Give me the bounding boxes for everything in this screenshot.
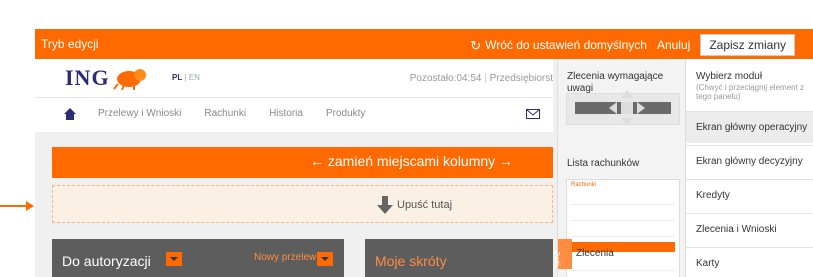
dashboard-preview: ING PL | EN Pozostało:04:54 | Przedsiębi…	[35, 59, 553, 277]
ing-logo[interactable]: ING	[65, 65, 150, 91]
widget-title: Moje skróty	[375, 253, 447, 269]
nav-item-accounts[interactable]: Rachunki	[204, 108, 246, 119]
dashboard-editor: Tryb edycji ↻ Wróć do ustawień domyślnyc…	[35, 29, 813, 277]
refresh-icon: ↻	[470, 37, 482, 53]
edit-toolbar: Tryb edycji ↻ Wróć do ustawień domyślnyc…	[35, 29, 813, 59]
module-label: Zlecenia i Wnioski	[696, 224, 777, 235]
reset-defaults-label: Wróć do ustawień domyślnych	[485, 38, 647, 52]
drop-target-arrow-icon	[0, 201, 34, 211]
logo-text: ING	[65, 65, 110, 90]
lang-en-link[interactable]: EN	[189, 73, 200, 82]
main-nav: Przelewy i Wnioski Rachunki Historia Pro…	[35, 98, 553, 132]
session-info: Pozostało:04:54 | Przedsiębiorst	[409, 73, 553, 84]
swap-columns-bar[interactable]: ← zamień miejscami kolumny →	[52, 147, 553, 178]
preview-heading-orders: Zlecenia	[576, 248, 614, 259]
module-item-cards[interactable]: Karty	[686, 247, 813, 277]
language-switch: PL | EN	[172, 73, 200, 82]
module-label: Ekran główny operacyjny	[696, 122, 808, 133]
module-label: Ekran główny decyzyjny	[696, 156, 803, 167]
new-transfer-dropdown-button[interactable]	[317, 252, 333, 266]
module-item-loans[interactable]: Kredyty	[686, 179, 813, 211]
lion-icon	[112, 69, 146, 90]
widget-title: Do autoryzacji	[62, 253, 151, 269]
module-label: Karty	[696, 258, 720, 269]
module-preview-panel: Zlecenia wymagające uwagi Lista rachunkó…	[553, 59, 686, 277]
nav-item-products[interactable]: Produkty	[326, 108, 365, 119]
module-picker: Wybierz moduł (Chwyć i przeciągnij eleme…	[685, 59, 813, 277]
shortcuts-widget[interactable]: Moje skróty	[365, 239, 553, 277]
page-header: ING PL | EN Pozostało:04:54 | Przedsiębi…	[35, 59, 553, 98]
nav-item-transfers[interactable]: Przelewy i Wnioski	[98, 108, 181, 119]
mail-icon[interactable]	[526, 109, 540, 119]
collapse-panel-button[interactable]: Zwiń	[553, 239, 572, 269]
arrow-down-icon	[377, 196, 393, 214]
module-picker-title: Wybierz moduł	[696, 71, 763, 82]
save-changes-button[interactable]: Zapisz zmiany	[700, 34, 795, 56]
reset-defaults-link[interactable]: ↻ Wróć do ustawień domyślnych	[470, 38, 647, 52]
swap-columns-label: ← zamień miejscami kolumny →	[310, 153, 514, 169]
module-label: Kredyty	[696, 190, 730, 201]
module-picker-hint: (Chwyć i przeciągnij element z tego pane…	[696, 83, 805, 101]
cancel-link[interactable]: Anuluj	[657, 38, 690, 52]
lang-pl-link[interactable]: PL	[172, 73, 182, 82]
thumbnail-title: Rachunki	[571, 182, 597, 188]
edit-mode-label: Tryb edycji	[41, 37, 99, 51]
module-picker-header: Wybierz moduł (Chwyć i przeciągnij eleme…	[686, 59, 813, 111]
module-item-decision-home[interactable]: Ekran główny decyzyjny	[686, 145, 813, 177]
home-icon[interactable]	[63, 107, 77, 121]
to-authorize-widget[interactable]: Do autoryzacji Nowy przelew	[52, 239, 344, 277]
company-name: Przedsiębiorst	[489, 73, 553, 84]
module-item-operational-home[interactable]: Ekran główny operacyjny	[686, 111, 813, 143]
drop-zone-label: Upuść tutaj	[397, 199, 453, 211]
nav-item-history[interactable]: Historia	[269, 108, 303, 119]
preview-thumbnail-accounts[interactable]: Rachunki	[566, 179, 680, 277]
new-transfer-link[interactable]: Nowy przelew	[254, 252, 316, 263]
move-icon	[609, 90, 645, 126]
widget-dropdown-button[interactable]	[166, 252, 182, 266]
module-item-orders-applications[interactable]: Zlecenia i Wnioski	[686, 213, 813, 245]
collapse-label: Zwiń	[553, 251, 560, 266]
preview-thumbnail-orders[interactable]	[566, 90, 680, 126]
session-timer: Pozostało:04:54	[409, 73, 482, 84]
preview-heading-accounts: Lista rachunków	[567, 158, 640, 169]
drop-zone[interactable]: Upuść tutaj	[52, 185, 553, 223]
